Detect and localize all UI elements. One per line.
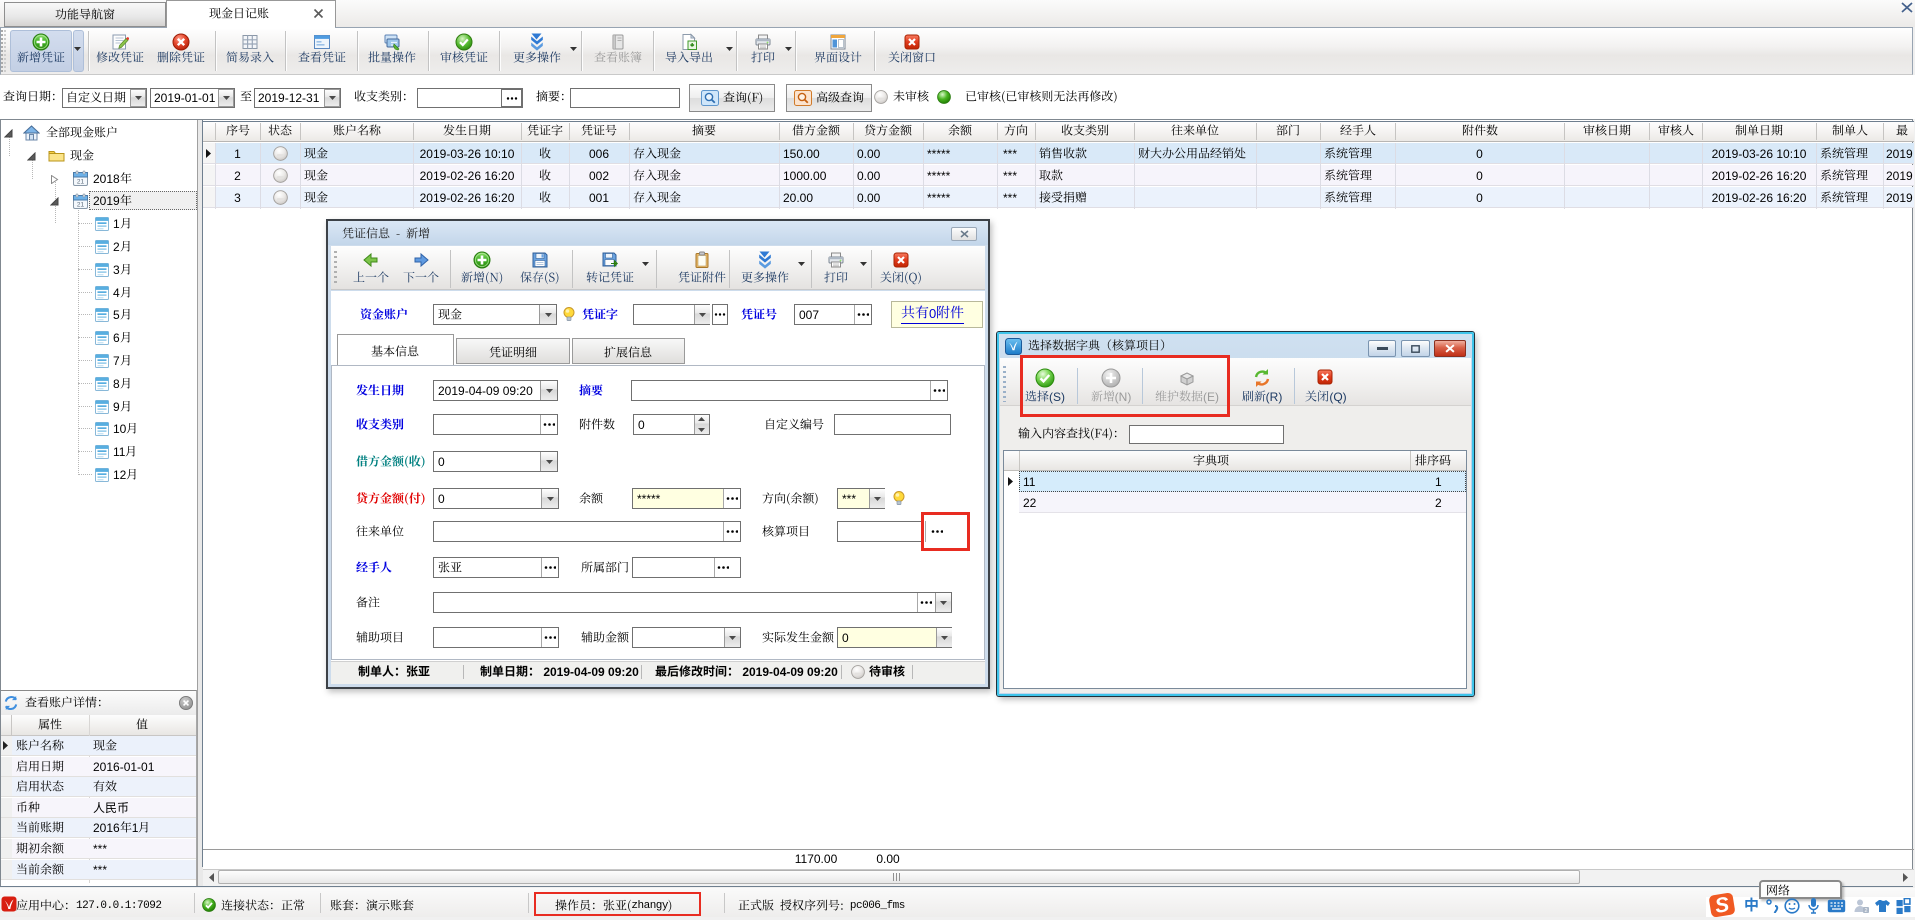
svg-text:2: 2 — [1864, 908, 1867, 914]
svg-text:21: 21 — [77, 179, 85, 186]
svg-text:21: 21 — [77, 201, 85, 208]
